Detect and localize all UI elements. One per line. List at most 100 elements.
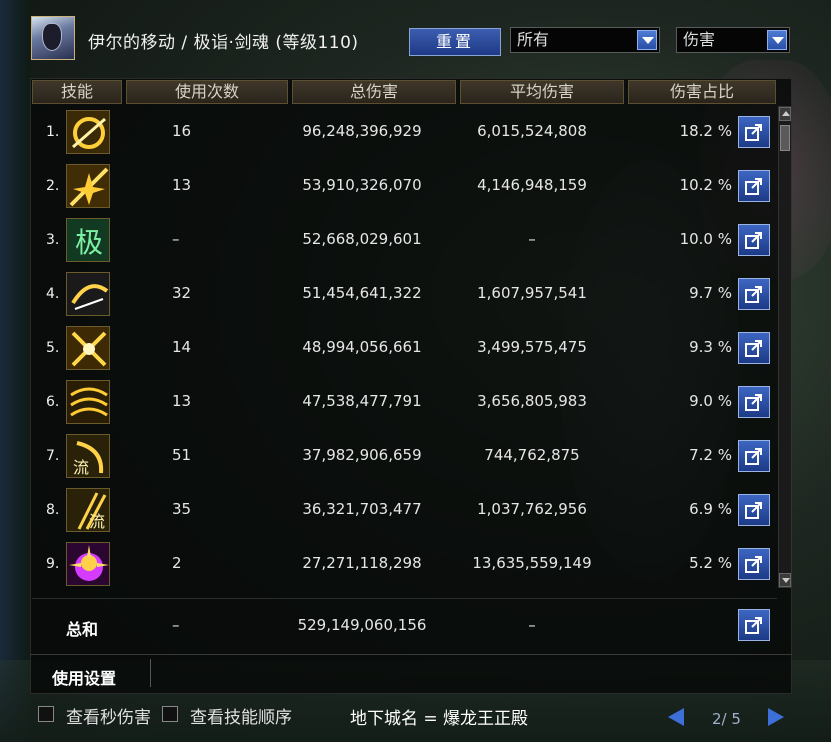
row-total-damage: 36,321,703,477 bbox=[302, 500, 422, 518]
share-button[interactable] bbox=[738, 386, 770, 418]
divider bbox=[150, 659, 151, 687]
label-view-dps[interactable]: 查看秒伤害 bbox=[66, 703, 151, 728]
share-icon bbox=[745, 502, 762, 519]
crossed-blade-icon bbox=[66, 326, 110, 370]
column-header-total-damage[interactable]: 总伤害 bbox=[292, 80, 456, 104]
scroll-down-icon[interactable] bbox=[779, 573, 791, 587]
reset-button[interactable]: 重置 bbox=[409, 28, 501, 56]
row-uses: 35 bbox=[172, 500, 192, 518]
share-button[interactable] bbox=[738, 278, 770, 310]
scrollbar[interactable] bbox=[778, 106, 792, 588]
table-row: 1. 16 96,248,396,929 6,015,524,808 18.2 % bbox=[32, 106, 777, 160]
row-total-damage: 51,454,641,322 bbox=[302, 284, 422, 302]
totals-total-damage: 529,149,060,156 bbox=[297, 616, 427, 634]
row-average-damage: 3,656,805,983 bbox=[477, 392, 587, 410]
column-header-average-damage[interactable]: 平均伤害 bbox=[460, 80, 624, 104]
row-average-damage: 744,762,875 bbox=[484, 446, 580, 464]
row-uses: 51 bbox=[172, 446, 192, 464]
row-total-damage: 53,910,326,070 bbox=[302, 176, 422, 194]
header: 伊尔的移动 / 极诣·剑魂 (等级110) 重置 所有 伤害 bbox=[28, 14, 808, 70]
row-damage-ratio: 6.9 % bbox=[689, 500, 732, 518]
share-button[interactable] bbox=[738, 224, 770, 256]
page-prev-icon[interactable] bbox=[668, 708, 684, 726]
row-rank: 4. bbox=[46, 286, 60, 302]
share-button[interactable] bbox=[738, 332, 770, 364]
checkbox-view-skill-order[interactable] bbox=[162, 706, 178, 722]
totals-average-damage: – bbox=[528, 616, 536, 634]
svg-text:流: 流 bbox=[73, 458, 89, 477]
totals-label: 总和 bbox=[66, 620, 99, 639]
row-damage-ratio: 9.3 % bbox=[689, 338, 732, 356]
settings-bar: 使用设置 bbox=[30, 654, 792, 695]
sword-burst-icon bbox=[66, 164, 110, 208]
share-button[interactable] bbox=[738, 609, 770, 641]
chevron-down-icon[interactable] bbox=[767, 30, 787, 50]
row-rank: 9. bbox=[46, 556, 60, 572]
scroll-up-icon[interactable] bbox=[779, 107, 791, 121]
table-row: 7. 流 51 37,982,906,659 744,762,875 7.2 % bbox=[32, 430, 777, 484]
share-icon bbox=[745, 286, 762, 303]
table-row: 4. 32 51,454,641,322 1,607,957,541 9.7 % bbox=[32, 268, 777, 322]
row-uses: 32 bbox=[172, 284, 192, 302]
table-row: 6. 13 47,538,477,791 3,656,805,983 9.0 % bbox=[32, 376, 777, 430]
share-icon bbox=[745, 617, 762, 634]
filter-dropdown-scope[interactable]: 所有 bbox=[510, 27, 660, 53]
scroll-thumb[interactable] bbox=[780, 125, 790, 151]
chevron-down-icon[interactable] bbox=[637, 30, 657, 50]
column-header-skill[interactable]: 技能 bbox=[32, 80, 122, 104]
sword-arc-icon bbox=[66, 272, 110, 316]
row-damage-ratio: 10.0 % bbox=[679, 230, 732, 248]
row-uses: – bbox=[172, 230, 180, 248]
svg-text:极: 极 bbox=[75, 226, 103, 259]
filter-scope-value: 所有 bbox=[517, 30, 550, 49]
row-uses: 13 bbox=[172, 176, 192, 194]
share-button[interactable] bbox=[738, 116, 770, 148]
share-button[interactable] bbox=[738, 440, 770, 472]
row-rank: 8. bbox=[46, 502, 60, 518]
row-uses: 16 bbox=[172, 122, 192, 140]
column-header-damage-ratio[interactable]: 伤害占比 bbox=[628, 80, 776, 104]
flow-slash-icon: 流 bbox=[66, 434, 110, 478]
row-damage-ratio: 10.2 % bbox=[679, 176, 732, 194]
row-rank: 2. bbox=[46, 178, 60, 194]
share-icon bbox=[745, 232, 762, 249]
table-row: 8. 流 35 36,321,703,477 1,037,762,956 6.9 % bbox=[32, 484, 777, 538]
share-button[interactable] bbox=[738, 494, 770, 526]
character-title: 伊尔的移动 / 极诣·剑魂 (等级110) bbox=[88, 33, 359, 53]
page-indicator: 2/ 5 bbox=[712, 710, 741, 728]
row-total-damage: 37,982,906,659 bbox=[302, 446, 422, 464]
row-average-damage: 3,499,575,475 bbox=[477, 338, 587, 356]
share-icon bbox=[745, 124, 762, 141]
share-button[interactable] bbox=[738, 548, 770, 580]
page-next-icon[interactable] bbox=[768, 708, 784, 726]
tab-usage-settings[interactable]: 使用设置 bbox=[52, 665, 116, 689]
row-rank: 7. bbox=[46, 448, 60, 464]
checkbox-view-dps[interactable] bbox=[38, 706, 54, 722]
row-damage-ratio: 5.2 % bbox=[689, 554, 732, 572]
totals-row: 总和 – 529,149,060,156 – bbox=[32, 598, 777, 653]
wave-slash-icon bbox=[66, 380, 110, 424]
row-average-damage: 1,037,762,956 bbox=[477, 500, 587, 518]
row-damage-ratio: 18.2 % bbox=[679, 122, 732, 140]
table-row: 9. 2 27,271,118,298 13,635,559,149 5.2 % bbox=[32, 538, 777, 592]
sword-slash-swirl-icon bbox=[66, 110, 110, 154]
row-rank: 6. bbox=[46, 394, 60, 410]
row-total-damage: 47,538,477,791 bbox=[302, 392, 422, 410]
row-uses: 13 bbox=[172, 392, 192, 410]
row-average-damage: 13,635,559,149 bbox=[472, 554, 592, 572]
column-header-uses[interactable]: 使用次数 bbox=[126, 80, 288, 104]
share-icon bbox=[745, 448, 762, 465]
filter-dropdown-metric[interactable]: 伤害 bbox=[676, 27, 790, 53]
share-icon bbox=[745, 394, 762, 411]
row-rank: 1. bbox=[46, 124, 60, 140]
label-view-skill-order[interactable]: 查看技能顺序 bbox=[190, 703, 292, 728]
row-average-damage: 1,607,957,541 bbox=[477, 284, 587, 302]
share-icon bbox=[745, 340, 762, 357]
dungeon-name: 地下城名 = 爆龙王正殿 bbox=[350, 709, 529, 729]
totals-uses: – bbox=[172, 616, 180, 634]
share-button[interactable] bbox=[738, 170, 770, 202]
row-uses: 14 bbox=[172, 338, 192, 356]
flow-strike-icon: 流 bbox=[66, 488, 110, 532]
row-damage-ratio: 9.0 % bbox=[689, 392, 732, 410]
table-row: 2. 13 53,910,326,070 4,146,948,159 10.2 % bbox=[32, 160, 777, 214]
